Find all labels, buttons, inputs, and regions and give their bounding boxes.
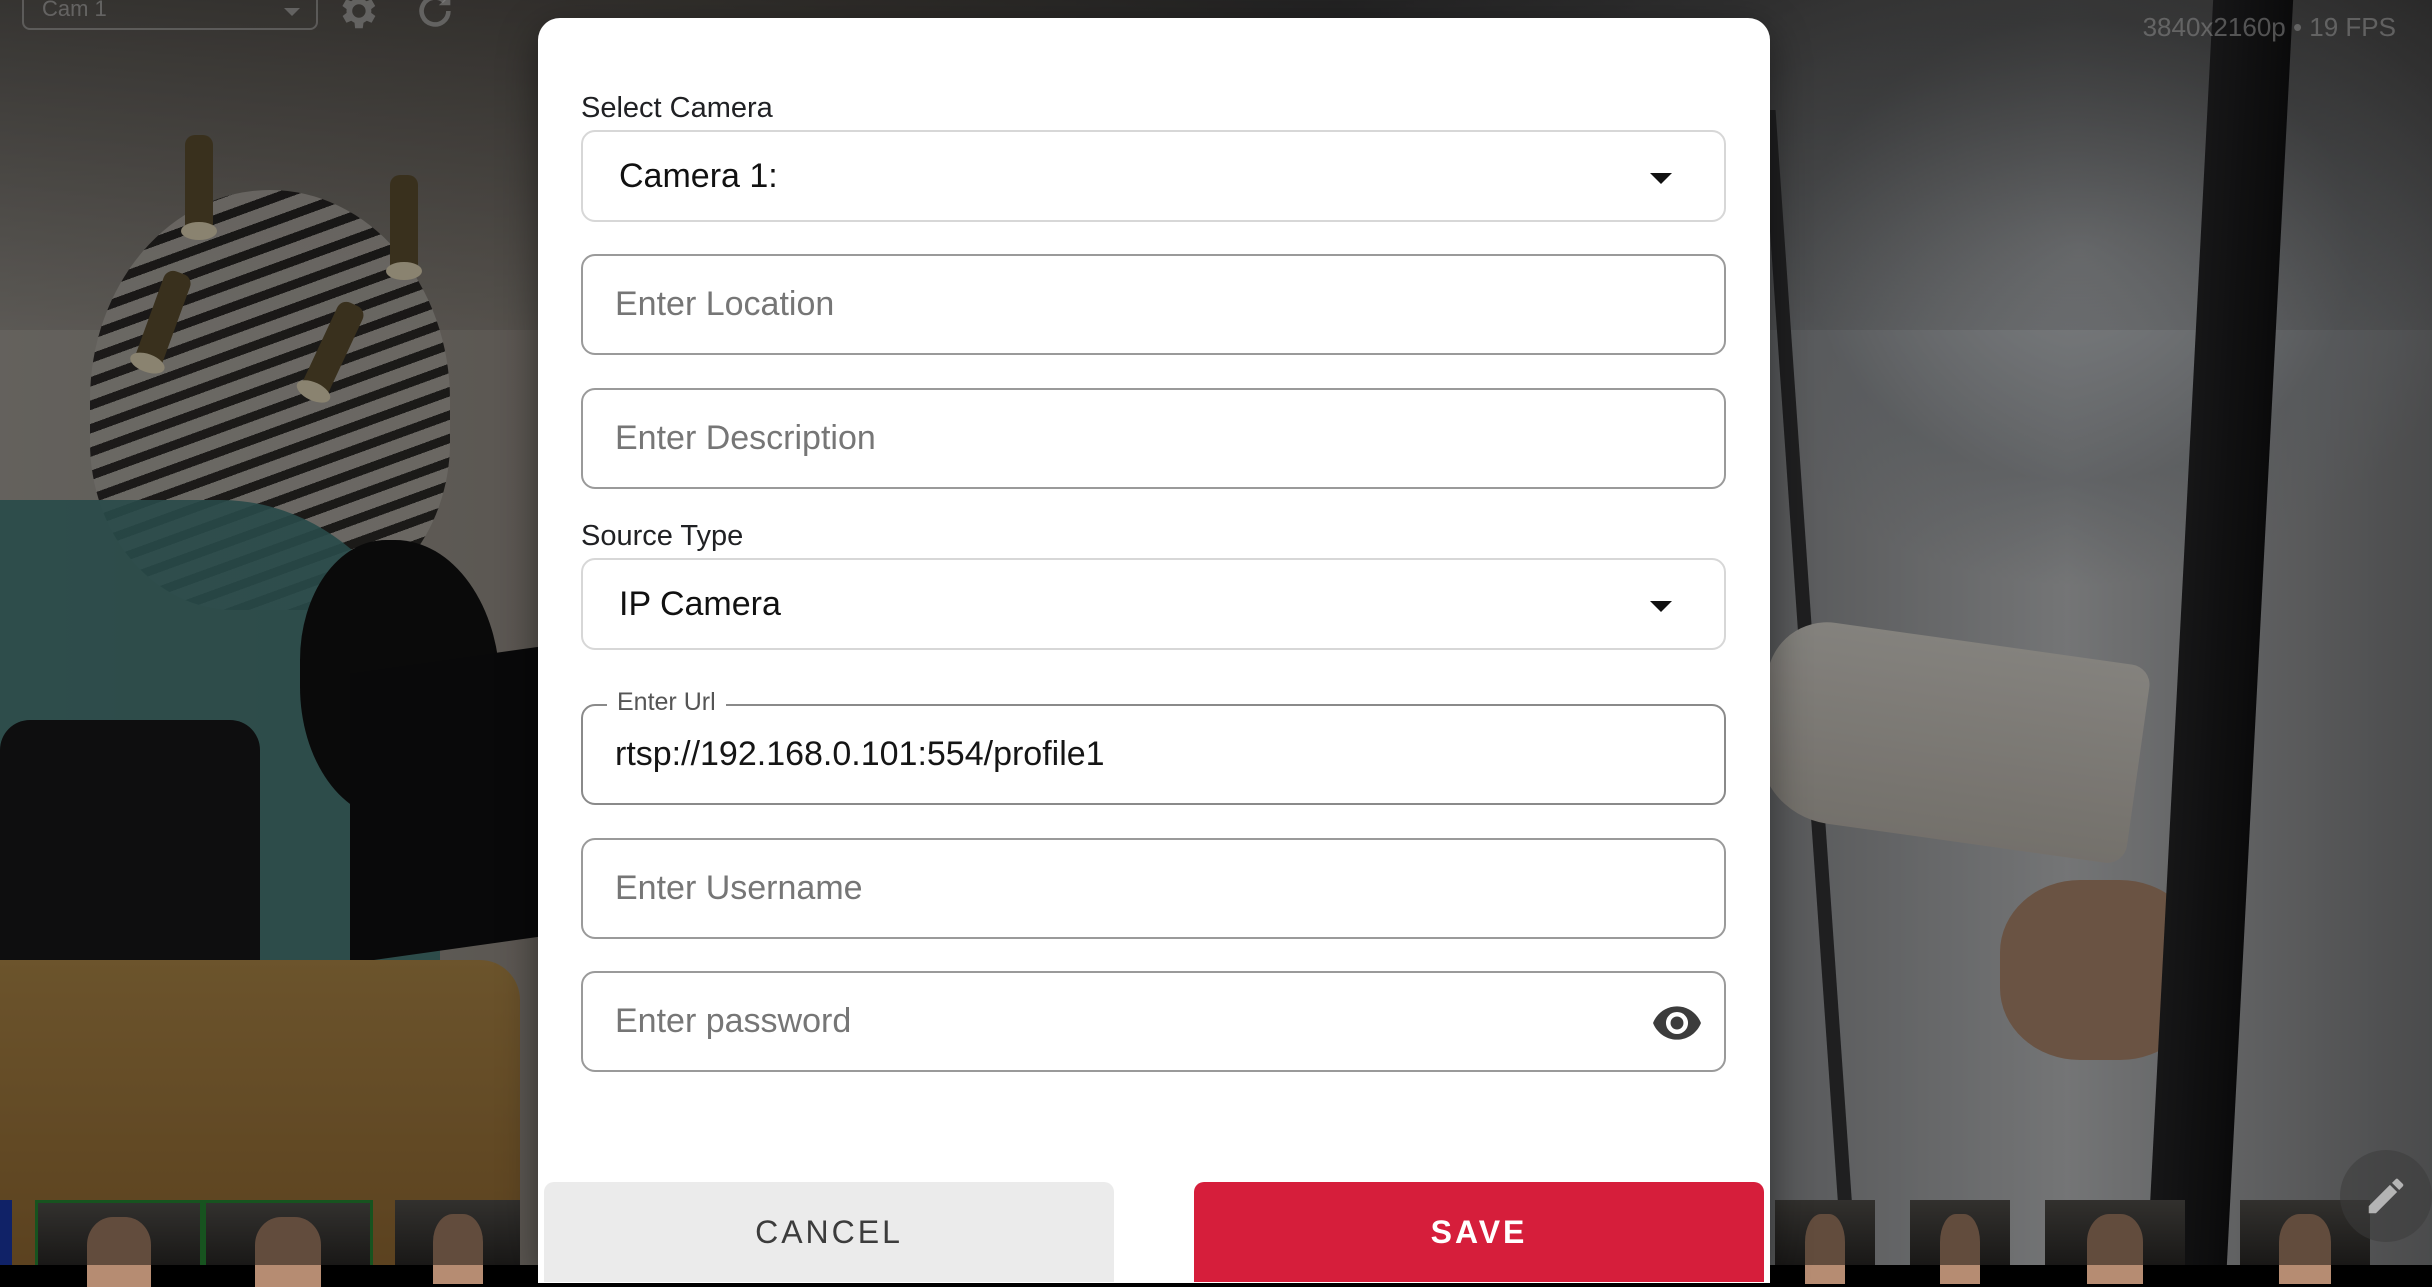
source-type-label: Source Type xyxy=(581,520,744,552)
url-value: rtsp://192.168.0.101:554/profile1 xyxy=(615,735,1105,773)
select-camera-dropdown[interactable]: Camera 1: xyxy=(581,130,1726,222)
username-placeholder: Enter Username xyxy=(615,869,863,907)
source-type-dropdown[interactable]: IP Camera xyxy=(581,558,1726,650)
dropdown-arrow-icon xyxy=(1650,601,1672,612)
eye-icon[interactable] xyxy=(1652,1002,1702,1044)
select-camera-label: Select Camera xyxy=(581,92,773,124)
password-input[interactable]: Enter password xyxy=(581,971,1726,1072)
location-input[interactable]: Enter Location xyxy=(581,254,1726,355)
description-input[interactable]: Enter Description xyxy=(581,388,1726,489)
pencil-icon xyxy=(2368,1178,2404,1214)
save-button[interactable]: SAVE xyxy=(1194,1182,1764,1282)
source-type-value: IP Camera xyxy=(619,584,781,623)
dropdown-arrow-icon xyxy=(1650,173,1672,184)
password-placeholder: Enter password xyxy=(615,1002,852,1040)
cancel-button[interactable]: CANCEL xyxy=(544,1182,1114,1282)
camera-config-dialog: Select Camera Camera 1: Enter Location E… xyxy=(538,18,1770,1283)
edit-button[interactable] xyxy=(2340,1150,2432,1242)
url-input[interactable]: Enter Url rtsp://192.168.0.101:554/profi… xyxy=(581,688,1726,805)
description-placeholder: Enter Description xyxy=(615,419,876,457)
url-label: Enter Url xyxy=(607,688,726,717)
location-placeholder: Enter Location xyxy=(615,285,835,323)
username-input[interactable]: Enter Username xyxy=(581,838,1726,939)
select-camera-value: Camera 1: xyxy=(619,156,778,195)
